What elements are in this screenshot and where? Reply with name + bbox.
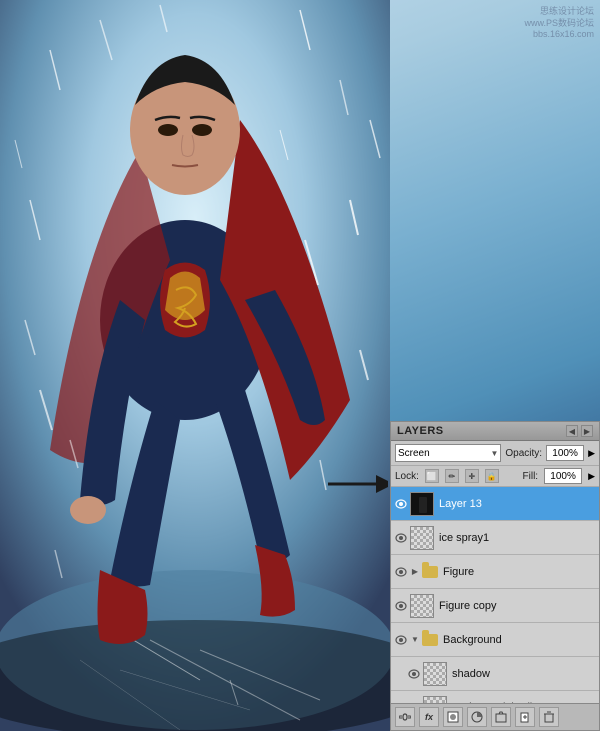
layer-name-layer13: Layer 13 [436,498,596,510]
superman-illustration [0,0,390,731]
layer-item-figure[interactable]: ▶ Figure [391,555,599,589]
layer-name-background: Background [440,634,596,646]
visibility-toggle-figurecopy[interactable] [394,599,408,613]
layer-item-background-group[interactable]: ▼ Background [391,623,599,657]
visibility-toggle-figure[interactable] [394,565,408,579]
layer-item-icespray1[interactable]: ice spray1 [391,521,599,555]
layers-panel: LAYERS ◀ ▶ Screen ▼ Opacity: 100% ▶ Lock… [390,421,600,731]
group-folder-figure [422,566,438,578]
visibility-toggle-shadow[interactable] [407,667,421,681]
lock-pixels-btn[interactable]: ✏ [445,469,459,483]
visibility-toggle-layer13[interactable] [394,497,408,511]
layer-thumb-figurecopy [410,594,434,618]
layers-bottom-toolbar: fx [391,703,599,730]
delete-layer-btn[interactable] [539,707,559,727]
opacity-arrow[interactable]: ▶ [588,448,595,459]
blend-mode-arrow: ▼ [490,449,498,458]
layer-item-bgdetail2[interactable]: Background detail 2 [391,691,599,703]
opacity-input[interactable]: 100% [546,445,584,461]
new-group-btn[interactable] [491,707,511,727]
opacity-label: Opacity: [505,448,542,459]
arrow-indicator [328,469,388,499]
panel-collapse-btn[interactable]: ◀ [566,425,578,437]
layer-thumb-shadow [423,662,447,686]
lock-row: Lock: ⬜ ✏ ✛ 🔒 Fill: 100% ▶ [391,466,599,487]
new-layer-btn[interactable] [515,707,535,727]
group-folder-background [422,634,438,646]
lock-all-btn[interactable]: 🔒 [485,469,499,483]
link-layers-btn[interactable] [395,707,415,727]
layer-effects-btn[interactable]: fx [419,707,439,727]
layer-item-figurecopy[interactable]: Figure copy [391,589,599,623]
lock-position-btn[interactable]: ✛ [465,469,479,483]
fill-input[interactable]: 100% [544,468,582,484]
lock-transparent-btn[interactable]: ⬜ [425,469,439,483]
visibility-toggle-background[interactable] [394,633,408,647]
lock-label: Lock: [395,471,419,482]
layer-item-layer13[interactable]: Layer 13 [391,487,599,521]
layer-mask-btn[interactable] [443,707,463,727]
layers-list: Layer 13 ice spray1 ▶ Figure [391,487,599,703]
layer-thumb-layer13 [410,492,434,516]
panel-menu-btn[interactable]: ▶ [581,425,593,437]
watermark: 思练设计论坛 www.PS数码论坛 bbs.16x16.com [524,6,594,41]
group-expand-figure[interactable]: ▶ [410,565,420,579]
fill-arrow[interactable]: ▶ [588,471,595,482]
layer-item-shadow[interactable]: shadow [391,657,599,691]
fill-label: Fill: [523,471,539,482]
blend-mode-select[interactable]: Screen ▼ [395,444,501,462]
layers-title-bar: LAYERS ◀ ▶ [391,422,599,441]
layer-name-icespray1: ice spray1 [436,532,596,544]
panel-controls: ◀ ▶ [566,425,593,437]
layer-name-shadow: shadow [449,668,596,680]
blend-mode-row: Screen ▼ Opacity: 100% ▶ [391,441,599,466]
layer-thumb-bgdetail2 [423,696,447,704]
adjustment-layer-btn[interactable] [467,707,487,727]
layer-thumb-icespray1 [410,526,434,550]
group-expand-background[interactable]: ▼ [410,633,420,647]
layer-name-figurecopy: Figure copy [436,600,596,612]
layers-panel-title: LAYERS [397,425,444,437]
visibility-toggle-icespray1[interactable] [394,531,408,545]
layer-name-figure: Figure [440,566,596,578]
